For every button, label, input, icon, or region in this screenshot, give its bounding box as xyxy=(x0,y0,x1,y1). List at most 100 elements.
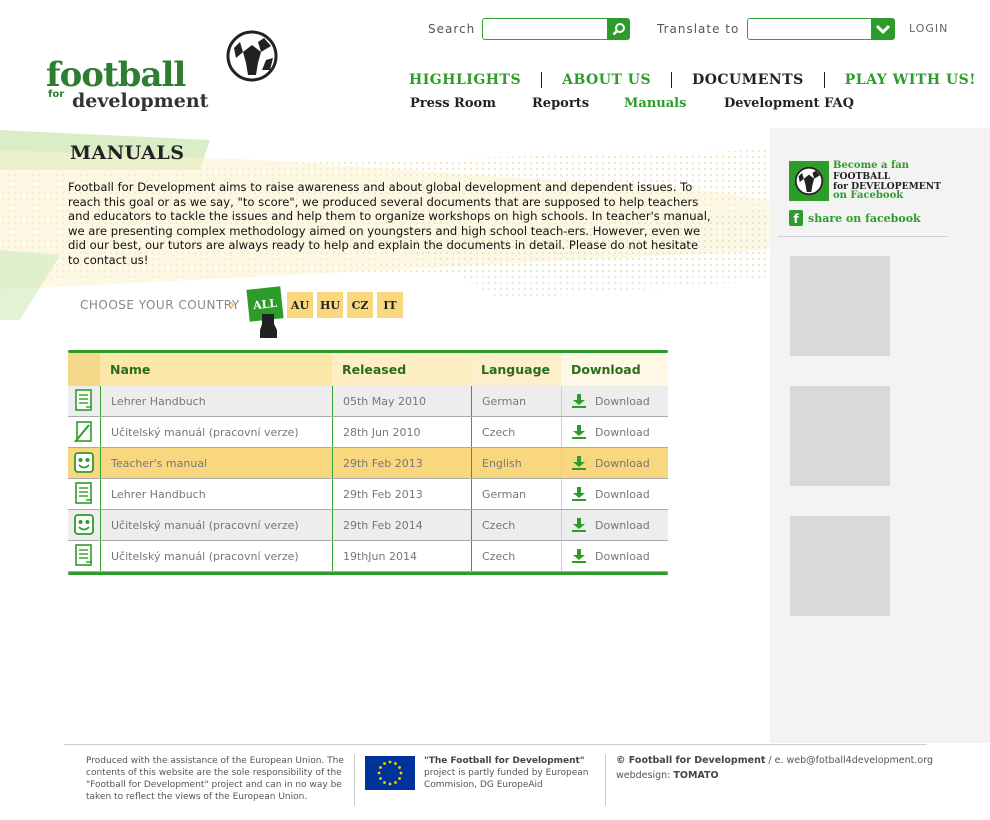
nav-highlights[interactable]: HIGHLIGHTS xyxy=(409,72,521,88)
download-label: Download xyxy=(595,518,650,532)
translate-label: Translate to xyxy=(657,22,740,36)
manuals-table: Name Released Language Download Lehrer H… xyxy=(68,350,668,575)
download-icon xyxy=(572,549,586,563)
intro-text: Football for Development aims to raise a… xyxy=(68,180,711,267)
translate-select[interactable] xyxy=(747,18,872,40)
download-label: Download xyxy=(595,425,650,439)
subnav-manuals[interactable]: Manuals xyxy=(624,96,686,111)
cell-name[interactable]: Teacher's manual xyxy=(100,448,332,478)
table-bottom-border xyxy=(68,572,668,575)
facebook-fan-box[interactable]: Become a fan FOOTBALL for DEVELOPEMENT on… xyxy=(789,160,949,202)
cell-name[interactable]: Lehrer Handbuch xyxy=(100,479,332,509)
cell-released: 19thJun 2014 xyxy=(332,541,471,571)
download-icon xyxy=(572,518,586,532)
ad-placeholder[interactable] xyxy=(790,386,890,486)
search-input[interactable] xyxy=(482,18,608,40)
chevron-down-icon xyxy=(875,24,891,35)
table-row[interactable]: Učitelský manuál (pracovní verze) 29th Fe… xyxy=(68,510,668,541)
eu-flag-icon xyxy=(365,756,415,790)
download-icon xyxy=(572,487,586,501)
fb-on-facebook: on Facebook xyxy=(833,190,904,201)
download-label: Download xyxy=(595,487,650,501)
country-filter-hu[interactable]: HU xyxy=(317,292,343,318)
nav-separator xyxy=(823,72,825,88)
table-row[interactable]: Lehrer Handbuch 29th Feb 2013 German Downlo… xyxy=(68,479,668,510)
document-icon xyxy=(68,541,100,571)
download-icon xyxy=(572,425,586,439)
login-link[interactable]: LOGIN xyxy=(909,22,948,35)
logo-wordmark-football: football xyxy=(46,55,186,95)
header-language[interactable]: Language xyxy=(471,353,561,386)
nav-about-us[interactable]: ABOUT US xyxy=(562,72,651,88)
football-icon xyxy=(789,161,829,201)
cell-released: 29th Feb 2013 xyxy=(332,479,471,509)
cell-released: 29th Feb 2013 xyxy=(332,448,471,478)
nav-separator xyxy=(671,72,673,88)
eu-disclaimer: Produced with the assistance of the Euro… xyxy=(86,756,344,802)
chevron-right-icon: › xyxy=(229,295,236,314)
download-link[interactable]: Download xyxy=(561,386,668,416)
table-row[interactable]: Učitelský manuál (pracovní verze) 28th Ju… xyxy=(68,417,668,448)
cell-released: 29th Feb 2014 xyxy=(332,510,471,540)
fb-become-fan: Become a fan xyxy=(833,160,910,171)
site-logo[interactable]: football for development xyxy=(46,30,286,120)
subnav-press-room[interactable]: Press Room xyxy=(410,96,496,111)
cell-language: Czech xyxy=(471,510,561,540)
table-row[interactable]: Teacher's manual 29th Feb 2013 English Down… xyxy=(68,448,668,479)
contact-email[interactable]: / e. web@fotball4development.org xyxy=(765,755,933,766)
document-icon xyxy=(68,479,100,509)
share-label: share on facebook xyxy=(808,211,921,225)
header-icon-column xyxy=(68,353,100,386)
footer-separator xyxy=(605,754,606,806)
table-body: Lehrer Handbuch 05th May 2010 German Downlo… xyxy=(68,386,668,572)
download-link[interactable]: Download xyxy=(561,479,668,509)
download-icon xyxy=(572,394,586,408)
download-label: Download xyxy=(595,456,650,470)
share-on-facebook-link[interactable]: f share on facebook xyxy=(789,210,921,226)
download-label: Download xyxy=(595,549,650,563)
fb-page-name: FOOTBALL for DEVELOPEMENT xyxy=(833,172,941,192)
subnav-development-faq[interactable]: Development FAQ xyxy=(724,96,854,111)
nav-documents[interactable]: DOCUMENTS xyxy=(692,72,804,88)
header-name[interactable]: Name xyxy=(100,353,332,386)
download-link[interactable]: Download xyxy=(561,510,668,540)
download-icon xyxy=(572,456,586,470)
cell-name[interactable]: Lehrer Handbuch xyxy=(100,386,332,416)
footer-divider xyxy=(64,744,927,745)
cell-name[interactable]: Učitelský manuál (pracovní verze) xyxy=(100,541,332,571)
primary-nav: HIGHLIGHTS ABOUT US DOCUMENTS PLAY WITH … xyxy=(409,72,976,88)
webdesign-credit[interactable]: TOMATO xyxy=(673,770,718,781)
cell-language: Czech xyxy=(471,541,561,571)
nav-play-with-us[interactable]: PLAY WITH US! xyxy=(845,72,976,88)
download-link[interactable]: Download xyxy=(561,541,668,571)
document-icon xyxy=(68,386,100,416)
table-header: Name Released Language Download xyxy=(68,353,668,386)
cell-name[interactable]: Učitelský manuál (pracovní verze) xyxy=(100,417,332,447)
cell-released: 28th Jun 2010 xyxy=(332,417,471,447)
football-icon xyxy=(226,30,278,82)
search-button[interactable] xyxy=(607,18,630,40)
search-label: Search xyxy=(428,22,476,36)
logo-wordmark-development: development xyxy=(72,90,209,112)
download-link[interactable]: Download xyxy=(561,448,668,478)
choose-country-label: CHOOSE YOUR COUNTRY xyxy=(80,298,240,312)
country-filter-cz[interactable]: CZ xyxy=(347,292,373,318)
cell-name[interactable]: Učitelský manuál (pracovní verze) xyxy=(100,510,332,540)
hand-icon xyxy=(260,314,277,338)
cell-language: Czech xyxy=(471,417,561,447)
country-filter-it[interactable]: IT xyxy=(377,292,403,318)
header-released[interactable]: Released xyxy=(332,353,471,386)
smiley-icon xyxy=(68,510,100,540)
table-row[interactable]: Učitelský manuál (pracovní verze) 19thJun… xyxy=(68,541,668,572)
ad-placeholder[interactable] xyxy=(790,516,890,616)
download-label: Download xyxy=(595,394,650,408)
cell-language: German xyxy=(471,479,561,509)
country-filter-au[interactable]: AU xyxy=(287,292,313,318)
translate-dropdown-button[interactable] xyxy=(871,18,895,40)
download-link[interactable]: Download xyxy=(561,417,668,447)
ad-placeholder[interactable] xyxy=(790,256,890,356)
table-row[interactable]: Lehrer Handbuch 05th May 2010 German Downlo… xyxy=(68,386,668,417)
header-download[interactable]: Download xyxy=(561,353,668,386)
subnav-reports[interactable]: Reports xyxy=(532,96,589,111)
pencil-icon xyxy=(68,417,100,447)
